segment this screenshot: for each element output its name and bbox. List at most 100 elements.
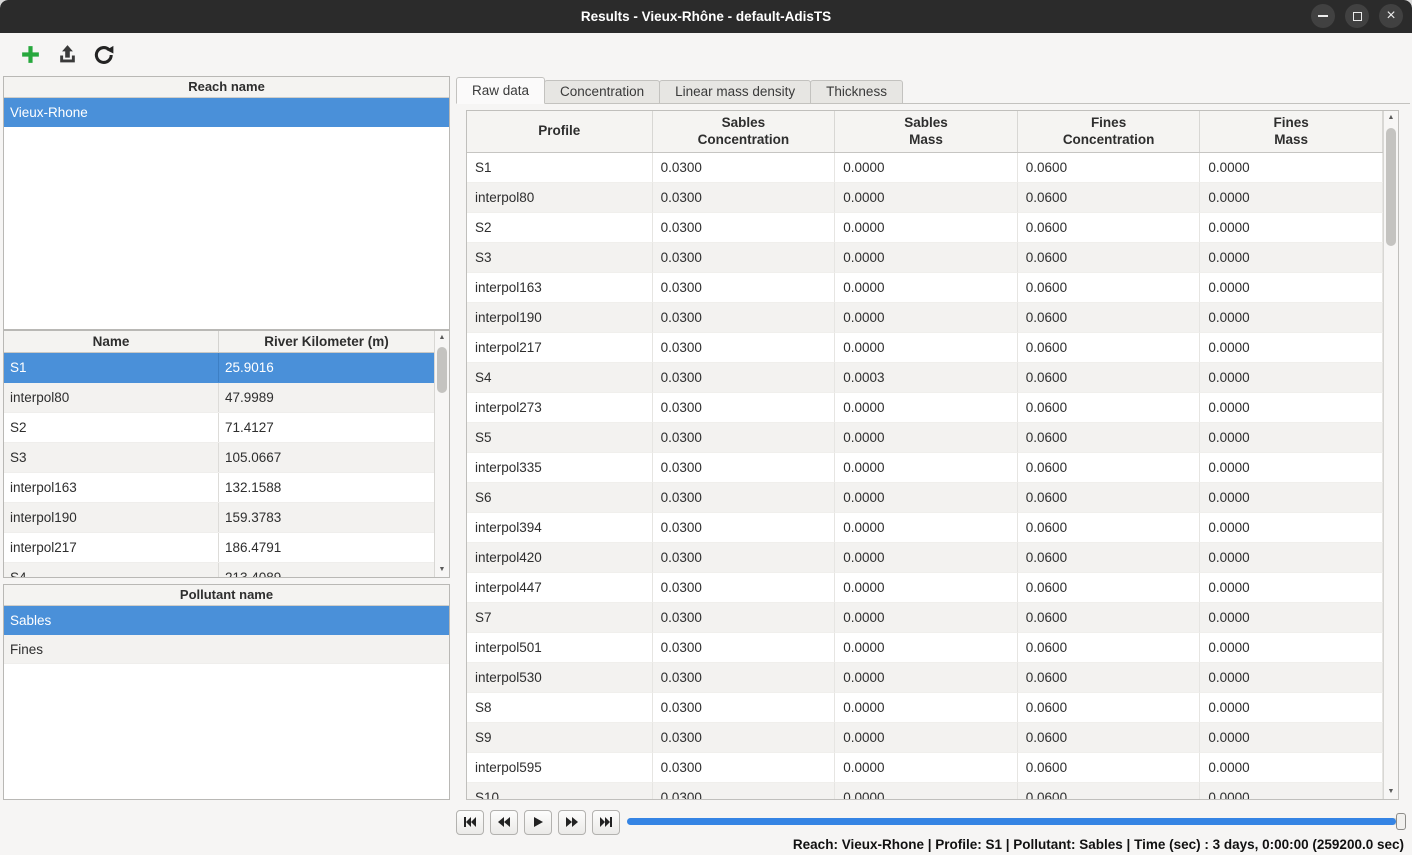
table-row[interactable]: interpol420 0.0300 0.0000 0.0600 0.0000 (467, 543, 1383, 573)
sables-concentration-cell: 0.0300 (653, 693, 836, 723)
table-row[interactable]: S5 0.0300 0.0000 0.0600 0.0000 (467, 423, 1383, 453)
sables-mass-cell: 0.0003 (835, 363, 1018, 393)
tab[interactable]: Thickness (810, 80, 903, 104)
table-row[interactable]: interpol447 0.0300 0.0000 0.0600 0.0000 (467, 573, 1383, 603)
export-button[interactable] (54, 42, 80, 68)
scroll-down-icon[interactable]: ▼ (1384, 788, 1398, 796)
profiles-scrollbar[interactable]: ▲ ▼ (434, 331, 449, 577)
table-row[interactable]: interpol394 0.0300 0.0000 0.0600 0.0000 (467, 513, 1383, 543)
table-row[interactable]: interpol273 0.0300 0.0000 0.0600 0.0000 (467, 393, 1383, 423)
fines-mass-cell: 0.0000 (1200, 393, 1383, 423)
profiles-col-km: River Kilometer (m) (219, 331, 434, 352)
table-row[interactable]: S10 0.0300 0.0000 0.0600 0.0000 (467, 783, 1383, 800)
time-slider[interactable] (627, 813, 1406, 830)
minimize-button[interactable] (1311, 4, 1335, 28)
table-row[interactable]: S9 0.0300 0.0000 0.0600 0.0000 (467, 723, 1383, 753)
table-row[interactable]: interpol595 0.0300 0.0000 0.0600 0.0000 (467, 753, 1383, 783)
play-button[interactable] (524, 810, 552, 835)
table-row[interactable]: interpol501 0.0300 0.0000 0.0600 0.0000 (467, 633, 1383, 663)
sables-mass-cell: 0.0000 (835, 273, 1018, 303)
scroll-up-icon[interactable]: ▲ (435, 334, 449, 342)
profile-row[interactable]: S1 25.9016 (4, 353, 434, 383)
tab[interactable]: Raw data (456, 77, 545, 104)
window-title: Results - Vieux-Rhône - default-AdisTS (581, 9, 831, 24)
profile-name-cell: interpol190 (4, 503, 219, 532)
close-button[interactable]: × (1379, 4, 1403, 28)
table-row[interactable]: S8 0.0300 0.0000 0.0600 0.0000 (467, 693, 1383, 723)
profile-row[interactable]: interpol163 132.1588 (4, 473, 434, 503)
sables-concentration-cell: 0.0300 (653, 573, 836, 603)
table-row[interactable]: S7 0.0300 0.0000 0.0600 0.0000 (467, 603, 1383, 633)
skip-first-button[interactable] (456, 810, 484, 835)
scroll-up-icon[interactable]: ▲ (1384, 114, 1398, 122)
sables-mass-cell: 0.0000 (835, 603, 1018, 633)
profile-name-cell: S2 (4, 413, 219, 442)
profile-row[interactable]: interpol80 47.9989 (4, 383, 434, 413)
fast-forward-button[interactable] (558, 810, 586, 835)
profile-name-cell: interpol80 (4, 383, 219, 412)
table-row[interactable]: interpol217 0.0300 0.0000 0.0600 0.0000 (467, 333, 1383, 363)
profile-row[interactable]: S3 105.0667 (4, 443, 434, 473)
fines-concentration-cell: 0.0600 (1018, 663, 1201, 693)
sables-mass-cell: 0.0000 (835, 393, 1018, 423)
results-scrollbar-thumb[interactable] (1386, 128, 1396, 246)
add-button[interactable] (17, 42, 43, 68)
profile-km-cell: 71.4127 (219, 413, 434, 442)
tab[interactable]: Linear mass density (659, 80, 811, 104)
table-row[interactable]: interpol530 0.0300 0.0000 0.0600 0.0000 (467, 663, 1383, 693)
table-row[interactable]: S1 0.0300 0.0000 0.0600 0.0000 (467, 153, 1383, 183)
pollutant-list-item[interactable]: Sables (4, 606, 449, 635)
reach-panel-header: Reach name (4, 77, 449, 98)
reach-list-item[interactable]: Vieux-Rhone (4, 98, 449, 127)
table-row[interactable]: S2 0.0300 0.0000 0.0600 0.0000 (467, 213, 1383, 243)
profile-cell: S2 (467, 213, 653, 243)
column-header: Profile (467, 111, 653, 152)
time-slider-handle[interactable] (1396, 813, 1406, 830)
sables-mass-cell: 0.0000 (835, 543, 1018, 573)
titlebar[interactable]: Results - Vieux-Rhône - default-AdisTS × (0, 0, 1412, 33)
pollutant-list: SablesFines (4, 606, 449, 664)
results-scrollbar[interactable]: ▲ ▼ (1383, 111, 1398, 799)
play-icon (532, 816, 544, 828)
profile-cell: interpol190 (467, 303, 653, 333)
pollutant-list-item[interactable]: Fines (4, 635, 449, 664)
rewind-button[interactable] (490, 810, 518, 835)
profile-row[interactable]: interpol190 159.3783 (4, 503, 434, 533)
tab[interactable]: Concentration (544, 80, 660, 104)
fines-concentration-cell: 0.0600 (1018, 423, 1201, 453)
table-row[interactable]: interpol190 0.0300 0.0000 0.0600 0.0000 (467, 303, 1383, 333)
fines-concentration-cell: 0.0600 (1018, 303, 1201, 333)
table-row[interactable]: S4 0.0300 0.0003 0.0600 0.0000 (467, 363, 1383, 393)
close-icon: × (1386, 8, 1395, 24)
table-row[interactable]: S6 0.0300 0.0000 0.0600 0.0000 (467, 483, 1383, 513)
refresh-icon (92, 43, 116, 67)
fines-mass-cell: 0.0000 (1200, 573, 1383, 603)
refresh-button[interactable] (91, 42, 117, 68)
sables-concentration-cell: 0.0300 (653, 783, 836, 800)
scroll-down-icon[interactable]: ▼ (435, 566, 449, 574)
column-header: Fines Mass (1200, 111, 1383, 152)
profile-row[interactable]: S2 71.4127 (4, 413, 434, 443)
status-bar: Reach: Vieux-Rhone | Profile: S1 | Pollu… (0, 834, 1412, 855)
table-row[interactable]: interpol163 0.0300 0.0000 0.0600 0.0000 (467, 273, 1383, 303)
table-row[interactable]: interpol335 0.0300 0.0000 0.0600 0.0000 (467, 453, 1383, 483)
skip-last-button[interactable] (592, 810, 620, 835)
sables-concentration-cell: 0.0300 (653, 273, 836, 303)
profile-km-cell: 159.3783 (219, 503, 434, 532)
fines-concentration-cell: 0.0600 (1018, 783, 1201, 800)
fines-mass-cell: 0.0000 (1200, 543, 1383, 573)
table-row[interactable]: interpol80 0.0300 0.0000 0.0600 0.0000 (467, 183, 1383, 213)
fines-mass-cell: 0.0000 (1200, 783, 1383, 800)
table-row[interactable]: S3 0.0300 0.0000 0.0600 0.0000 (467, 243, 1383, 273)
column-header: Fines Concentration (1018, 111, 1201, 152)
profiles-scrollbar-thumb[interactable] (437, 347, 447, 393)
skip-last-icon (599, 816, 613, 828)
profile-row[interactable]: interpol217 186.4791 (4, 533, 434, 563)
fines-mass-cell: 0.0000 (1200, 333, 1383, 363)
profile-row[interactable]: S4 213.4089 (4, 563, 434, 578)
profile-cell: S9 (467, 723, 653, 753)
fines-concentration-cell: 0.0600 (1018, 513, 1201, 543)
time-slider-fill (627, 818, 1396, 825)
fines-concentration-cell: 0.0600 (1018, 603, 1201, 633)
maximize-button[interactable] (1345, 4, 1369, 28)
